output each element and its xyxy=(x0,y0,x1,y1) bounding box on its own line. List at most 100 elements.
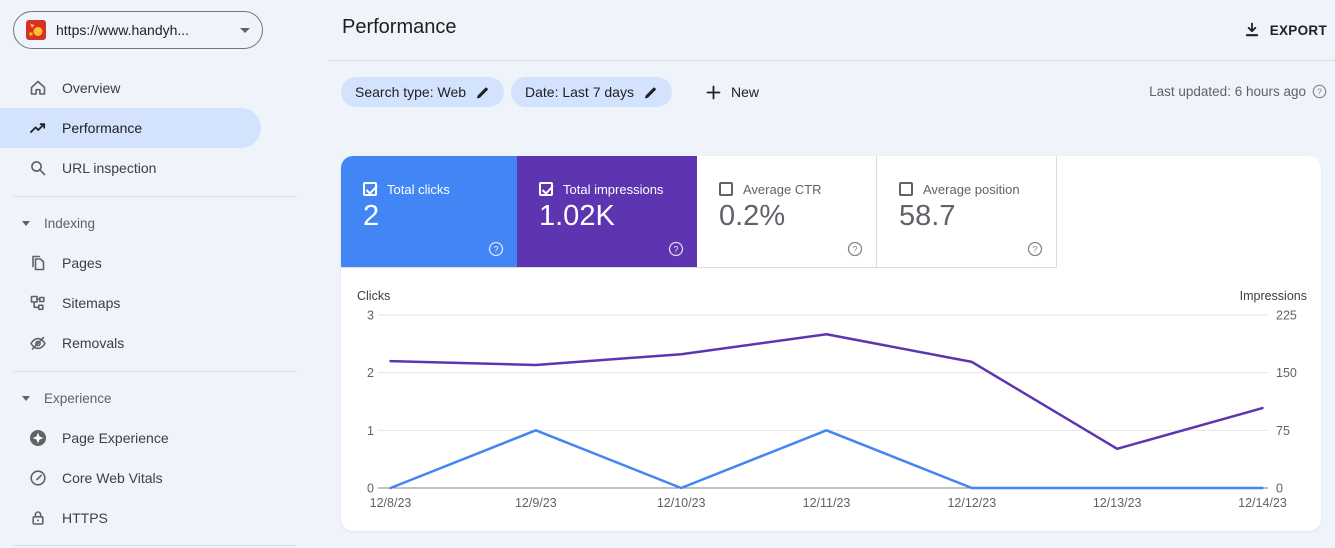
metric-card-average-position[interactable]: Average position 58.7 ? xyxy=(877,156,1057,267)
download-icon xyxy=(1245,22,1258,37)
svg-text:2: 2 xyxy=(367,366,374,380)
metric-card-total-clicks[interactable]: Total clicks 2 ? xyxy=(341,156,517,267)
eye-off-icon xyxy=(30,336,46,350)
sidebar-item-label: HTTPS xyxy=(62,510,108,526)
section-label: Experience xyxy=(44,390,112,406)
chip-label: Date: Last 7 days xyxy=(525,84,634,100)
pages-icon xyxy=(32,255,45,271)
sidebar-item-core-web-vitals[interactable]: Core Web Vitals xyxy=(0,458,261,498)
triangle-collapse-icon xyxy=(22,395,30,401)
sidebar-item-label: URL inspection xyxy=(62,160,157,176)
triangle-collapse-icon xyxy=(22,220,30,226)
chip-label: Search type: Web xyxy=(355,84,467,100)
header-divider xyxy=(328,60,1335,61)
performance-icon xyxy=(30,123,46,133)
help-icon[interactable]: ? xyxy=(847,241,863,257)
cards-divider xyxy=(341,267,1057,268)
sidebar-item-sitemaps[interactable]: Sitemaps xyxy=(0,283,261,323)
sidebar-section-indexing[interactable]: Indexing xyxy=(0,207,261,239)
gauge-icon xyxy=(30,470,46,486)
sidebar-item-label: Pages xyxy=(62,255,102,271)
sidebar-item-performance[interactable]: Performance xyxy=(0,108,261,148)
svg-text:12/9/23: 12/9/23 xyxy=(515,496,557,510)
sitemaps-icon xyxy=(30,295,45,311)
metric-label: Total impressions xyxy=(563,182,664,197)
search-type-filter-chip[interactable]: Search type: Web xyxy=(341,77,505,107)
sidebar-item-https[interactable]: HTTPS xyxy=(0,498,261,538)
metric-value: 0.2% xyxy=(719,200,786,232)
chevron-down-icon xyxy=(240,27,250,33)
svg-text:12/13/23: 12/13/23 xyxy=(1093,496,1142,510)
plus-icon xyxy=(706,85,721,99)
metric-label: Average position xyxy=(923,182,1020,197)
metric-value: 1.02K xyxy=(539,200,615,232)
date-filter-chip[interactable]: Date: Last 7 days xyxy=(511,77,672,107)
svg-text:12/11/23: 12/11/23 xyxy=(803,496,851,510)
site-favicon-icon xyxy=(26,20,46,40)
sidebar-divider xyxy=(13,196,297,197)
svg-text:12/10/23: 12/10/23 xyxy=(657,496,706,510)
svg-text:12/14/23: 12/14/23 xyxy=(1238,496,1287,510)
sidebar-item-label: Core Web Vitals xyxy=(62,470,163,486)
sidebar-divider xyxy=(13,545,297,546)
checkbox-icon[interactable] xyxy=(719,182,733,196)
checkmark-icon xyxy=(542,185,554,195)
sidebar-item-url-inspection[interactable]: URL inspection xyxy=(0,148,261,188)
sidebar-item-label: Performance xyxy=(62,120,143,136)
svg-text:?: ? xyxy=(493,244,498,254)
help-icon[interactable]: ? xyxy=(1027,241,1043,257)
svg-text:?: ? xyxy=(1317,87,1322,97)
help-icon[interactable]: ? xyxy=(488,241,504,257)
new-filter-button[interactable]: New xyxy=(699,77,765,107)
metric-value: 58.7 xyxy=(899,200,956,232)
help-icon[interactable]: ? xyxy=(1312,84,1327,99)
svg-text:?: ? xyxy=(1032,244,1037,254)
new-label: New xyxy=(731,84,760,100)
svg-text:1: 1 xyxy=(367,424,374,438)
metric-card-average-ctr[interactable]: Average CTR 0.2% ? xyxy=(697,156,877,267)
sidebar-item-label: Page Experience xyxy=(62,430,169,446)
export-label: EXPORT xyxy=(1269,22,1327,38)
performance-report-panel: Total clicks 2 ? Total impressions 1.02K… xyxy=(341,156,1321,531)
performance-chart: 0 1 2 3 0 75 150 225 12/8/23 12/9/23 12/10/23 12/11… xyxy=(367,309,1297,511)
page-title: Performance xyxy=(342,16,457,38)
sidebar-section-experience[interactable]: Experience xyxy=(0,382,261,414)
page-experience-icon xyxy=(30,430,46,446)
checkbox-icon[interactable] xyxy=(899,182,913,196)
sidebar-item-label: Overview xyxy=(62,80,121,96)
checkbox-icon[interactable] xyxy=(363,182,378,196)
property-url: https://www.handyh... xyxy=(56,22,190,38)
lock-icon xyxy=(32,511,44,525)
edit-pencil-icon xyxy=(477,87,488,98)
sidebar-item-label: Sitemaps xyxy=(62,295,121,311)
checkbox-icon[interactable] xyxy=(539,182,554,196)
search-icon xyxy=(31,161,46,176)
svg-text:150: 150 xyxy=(1276,366,1297,380)
sidebar-item-removals[interactable]: Removals xyxy=(0,323,261,363)
sidebar-item-label: Removals xyxy=(62,335,125,351)
svg-text:0: 0 xyxy=(367,482,374,496)
svg-text:0: 0 xyxy=(1276,482,1283,496)
sidebar-item-page-experience[interactable]: Page Experience xyxy=(0,418,261,458)
last-updated-text: Last updated: 6 hours ago xyxy=(1149,84,1306,99)
last-updated-status: Last updated: 6 hours ago ? xyxy=(1149,84,1327,99)
metric-label: Average CTR xyxy=(743,182,822,197)
svg-text:?: ? xyxy=(673,244,678,254)
export-button[interactable]: EXPORT xyxy=(1244,18,1327,42)
svg-text:12/8/23: 12/8/23 xyxy=(370,496,412,510)
section-label: Indexing xyxy=(44,215,96,231)
home-icon xyxy=(30,80,46,95)
sidebar-item-overview[interactable]: Overview xyxy=(0,68,261,108)
svg-text:75: 75 xyxy=(1276,424,1290,438)
svg-text:12/12/23: 12/12/23 xyxy=(947,496,996,510)
svg-text:3: 3 xyxy=(367,309,374,323)
property-selector[interactable]: https://www.handyh... xyxy=(13,11,263,49)
sidebar-item-pages[interactable]: Pages xyxy=(0,243,261,283)
metric-card-total-impressions[interactable]: Total impressions 1.02K ? xyxy=(517,156,697,267)
checkmark-icon xyxy=(366,185,378,195)
metric-label: Total clicks xyxy=(387,182,450,197)
help-icon[interactable]: ? xyxy=(668,241,684,257)
svg-text:?: ? xyxy=(852,244,857,254)
metric-value: 2 xyxy=(363,200,380,232)
sidebar-divider xyxy=(13,371,297,372)
